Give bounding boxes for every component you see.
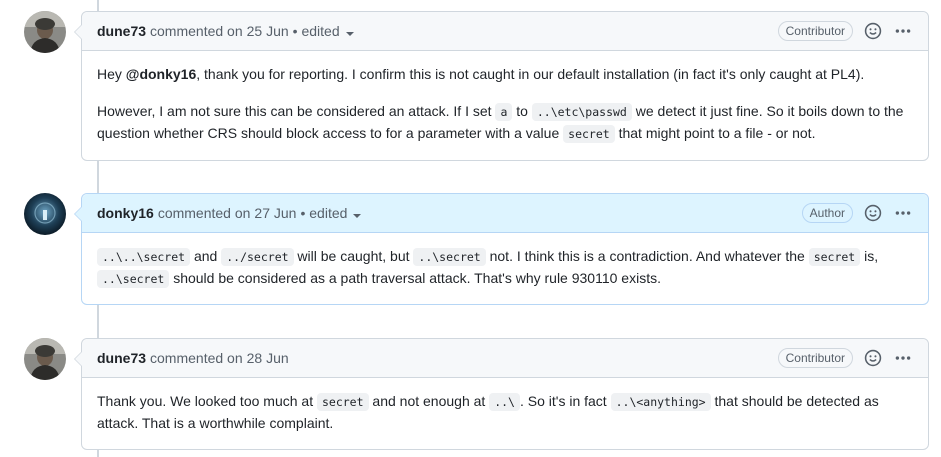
comment-body: Thank you. We looked too much at secret … — [82, 378, 928, 447]
kebab-horizontal-icon[interactable] — [893, 203, 913, 223]
comment-pointer — [74, 24, 82, 40]
comment-action: commented on — [157, 205, 251, 221]
paragraph: However, I am not sure this can be consi… — [97, 103, 904, 143]
comment-pointer — [74, 351, 82, 367]
user-mention[interactable]: @donky16 — [126, 66, 196, 82]
role-badge: Contributor — [777, 21, 853, 41]
edited-dropdown[interactable]: • edited — [293, 23, 354, 39]
comment-box: dune73 commented on 25 Jun • edited Cont… — [74, 11, 929, 161]
avatar-image — [24, 11, 66, 53]
comment-action: commented on — [150, 23, 243, 39]
inline-code: ../secret — [221, 248, 294, 266]
role-badge: Contributor — [777, 348, 853, 368]
comment-box: donky16 commented on 27 Jun • edited Aut… — [74, 193, 929, 305]
avatar-image — [24, 193, 66, 235]
inline-code: secret — [316, 393, 369, 411]
smiley-icon[interactable] — [863, 21, 883, 41]
inline-code: ..\secret — [413, 248, 486, 266]
inline-code: secret — [563, 125, 615, 143]
comment-date[interactable]: 28 Jun — [247, 350, 289, 366]
paragraph: Hey @donky16, thank you for reporting. I… — [97, 66, 865, 82]
comment-action: commented on — [150, 350, 243, 366]
comment-box: dune73 commented on 28 Jun Contributor T… — [74, 338, 929, 450]
comment-author[interactable]: dune73 — [97, 23, 146, 39]
inline-code: ..\<anything> — [610, 393, 711, 411]
caret-down-icon — [353, 214, 362, 218]
avatar-image — [24, 338, 66, 380]
kebab-horizontal-icon[interactable] — [893, 21, 913, 41]
edited-dropdown[interactable]: • edited — [300, 205, 362, 221]
smiley-icon[interactable] — [863, 348, 883, 368]
comment-body: Hey @donky16, thank you for reporting. I… — [82, 51, 928, 158]
comment-author[interactable]: dune73 — [97, 350, 146, 366]
comment-header: dune73 commented on 28 Jun Contributor — [82, 339, 928, 378]
inline-code: ..\ — [489, 393, 520, 411]
comment-date[interactable]: 25 Jun — [247, 23, 289, 39]
caret-down-icon — [345, 32, 354, 36]
role-badge: Author — [801, 203, 853, 223]
comment-date[interactable]: 27 Jun — [254, 205, 296, 221]
kebab-horizontal-icon[interactable] — [893, 348, 913, 368]
inline-code: secret — [808, 248, 861, 266]
comment-author[interactable]: donky16 — [97, 205, 154, 221]
avatar-dune73[interactable] — [24, 11, 66, 53]
comment-header: donky16 commented on 27 Jun • edited Aut… — [82, 194, 928, 233]
comment-body: ..\..\secret and ../secret will be caugh… — [82, 233, 928, 303]
smiley-icon[interactable] — [863, 203, 883, 223]
avatar-dune73[interactable] — [24, 338, 66, 380]
inline-code: ..\etc\passwd — [531, 103, 632, 121]
inline-code: a — [495, 103, 513, 121]
avatar-donky16[interactable] — [24, 193, 66, 235]
comment-header: dune73 commented on 25 Jun • edited Cont… — [82, 12, 928, 51]
comment-pointer — [74, 206, 82, 222]
inline-code: ..\..\secret — [97, 248, 191, 266]
paragraph: Thank you. We looked too much at secret … — [97, 393, 879, 431]
inline-code: ..\secret — [97, 270, 170, 288]
paragraph: ..\..\secret and ../secret will be caugh… — [97, 246, 913, 290]
